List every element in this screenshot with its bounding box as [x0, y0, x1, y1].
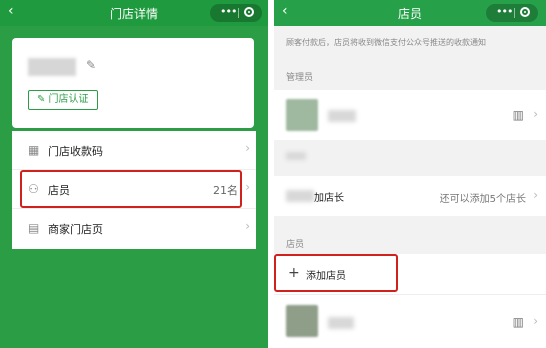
mini-program-capsule[interactable]: •••: [486, 4, 538, 22]
staff-navbar: ‹ 店员 •••: [274, 0, 546, 26]
staff-row[interactable]: ▥ ›: [274, 295, 546, 348]
chevron-right-icon: ›: [245, 141, 250, 155]
admin-row[interactable]: ▥ ›: [274, 90, 546, 140]
qrcode-icon: ▦: [28, 143, 40, 157]
staff-name-blurred: [328, 317, 354, 329]
qrcode-icon[interactable]: ▥: [513, 108, 524, 122]
notice-text: 顾客付款后，店员将收到微信支付公众号推送的收款通知: [286, 38, 486, 47]
chevron-right-icon: ›: [245, 180, 250, 194]
store-info-card: ✎ ✎ 门店认证: [12, 38, 254, 128]
capsule-divider: [238, 8, 239, 18]
edit-icon[interactable]: ✎: [86, 58, 96, 72]
menu-item-merchant-page[interactable]: ▤ 商家门店页 ›: [12, 209, 256, 247]
capsule-divider: [514, 8, 515, 18]
more-icon[interactable]: •••: [496, 5, 513, 18]
chevron-right-icon: ›: [245, 219, 250, 233]
chevron-right-icon: ›: [533, 314, 538, 328]
add-manager-row[interactable]: 加店长 还可以添加5个店长 ›: [274, 176, 546, 216]
notice-bar: 顾客付款后，店员将收到微信支付公众号推送的收款通知: [274, 26, 546, 56]
staff-highlight-box: [20, 170, 242, 208]
mini-program-capsule[interactable]: •••: [210, 4, 262, 22]
staff-screen: ‹ 店员 ••• 顾客付款后，店员将收到微信支付公众号推送的收款通知 管理员 ▥…: [274, 0, 546, 348]
close-icon[interactable]: [244, 7, 254, 17]
avatar: [286, 305, 318, 337]
add-manager-icon-blurred: [286, 190, 314, 202]
menu-item-label: 商家门店页: [48, 223, 103, 236]
add-manager-label: 加店长: [314, 193, 344, 204]
storefront-icon: ▤: [28, 221, 40, 235]
close-icon[interactable]: [520, 7, 530, 17]
section-title-blurred: [286, 152, 306, 160]
menu-item-payment-code[interactable]: ▦ 门店收款码 ›: [12, 131, 256, 170]
store-details-screen: ‹ 门店详情 ••• ✎ ✎ 门店认证 ▦ 门店收款码 › ⚇ 店员 21名 ›…: [0, 0, 268, 348]
section-title-staff: 店员: [286, 240, 305, 250]
add-staff-highlight-box: [274, 254, 398, 292]
store-name-blurred: [28, 58, 76, 76]
chevron-right-icon: ›: [533, 188, 538, 202]
store-details-navbar: ‹ 门店详情 •••: [0, 0, 268, 26]
section-title-admin: 管理员: [286, 73, 314, 83]
chevron-right-icon: ›: [533, 107, 538, 121]
avatar: [286, 99, 318, 131]
qrcode-icon[interactable]: ▥: [513, 315, 524, 329]
more-icon[interactable]: •••: [220, 5, 237, 18]
menu-item-label: 门店收款码: [48, 145, 103, 158]
store-certification-button[interactable]: ✎ 门店认证: [28, 90, 98, 110]
add-manager-hint: 还可以添加5个店长: [439, 194, 526, 205]
admin-name-blurred: [328, 110, 356, 122]
